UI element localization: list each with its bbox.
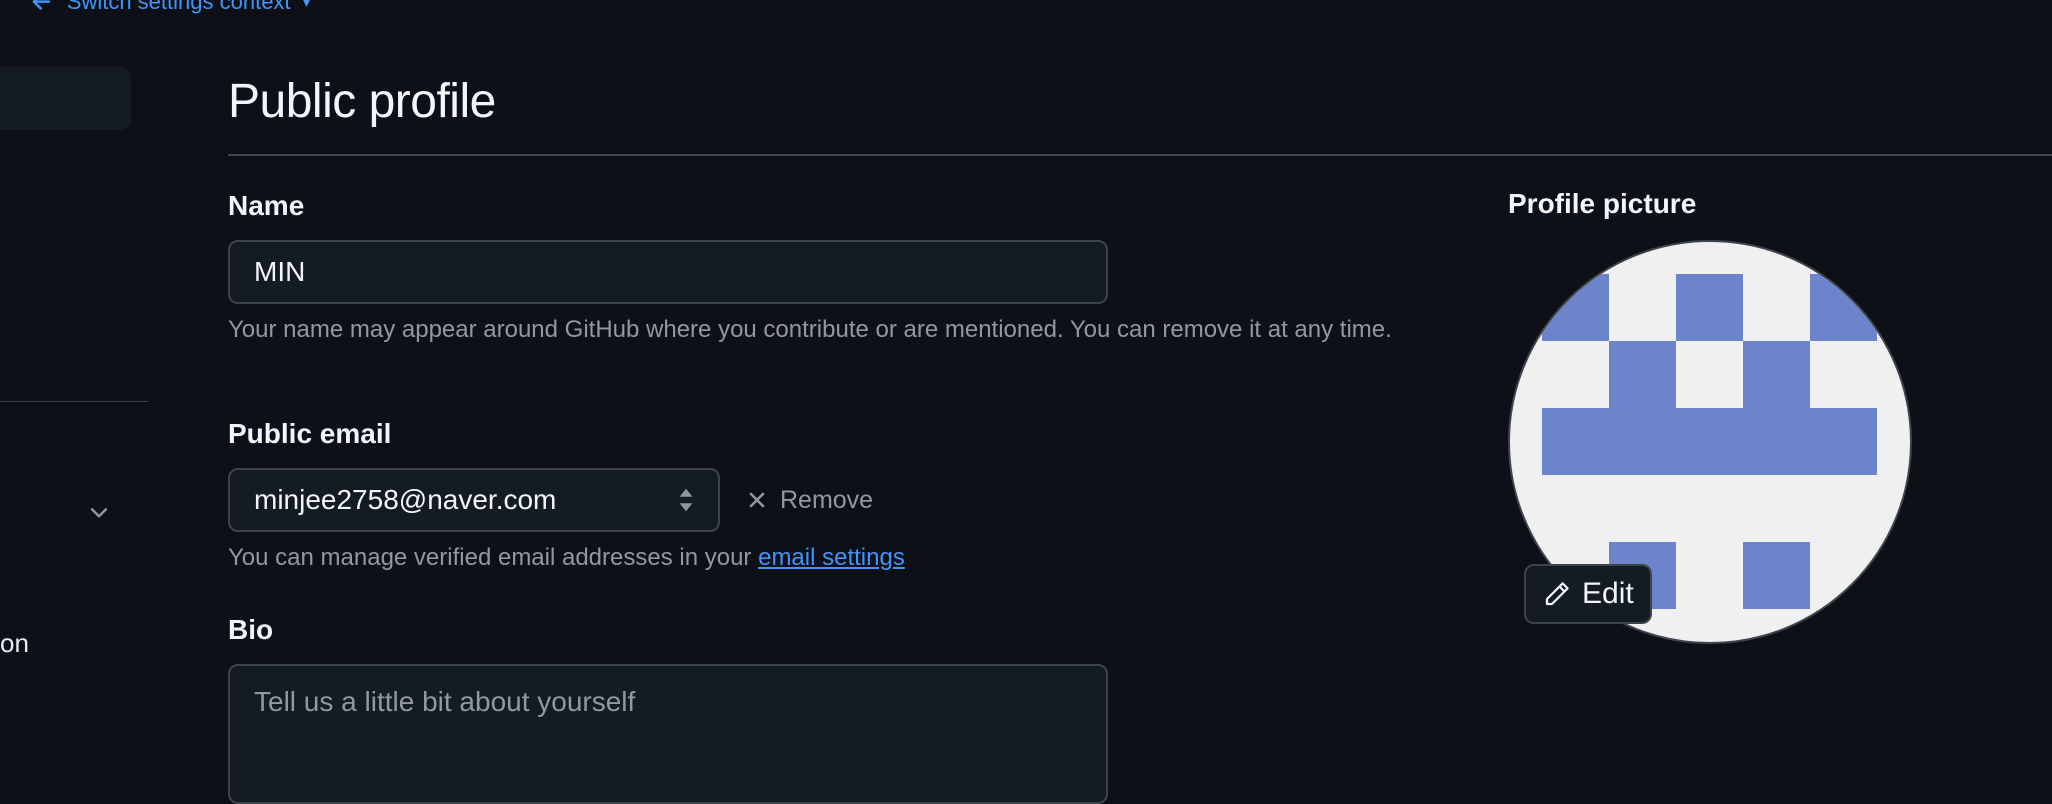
public-email-select[interactable]: minjee2758@naver.com — [228, 468, 720, 532]
chevron-down-icon[interactable] — [86, 500, 112, 526]
name-hint: Your name may appear around GitHub where… — [228, 316, 1392, 343]
name-field[interactable] — [228, 240, 1108, 304]
pencil-icon — [1545, 582, 1569, 606]
settings-context-switcher[interactable]: ⌃ Switch settings context ▾ — [0, 0, 311, 16]
identicon-pattern — [1542, 274, 1877, 609]
bio-field[interactable] — [228, 664, 1108, 804]
remove-label: Remove — [780, 485, 874, 514]
sidebar-item-active[interactable] — [0, 67, 131, 130]
keyboard-hint-icon: ⌃ — [0, 0, 17, 14]
select-arrows-icon — [679, 488, 693, 512]
caret-down-icon: ▾ — [302, 0, 311, 11]
sidebar-divider — [0, 401, 148, 402]
edit-label: Edit — [1582, 577, 1634, 610]
context-link[interactable]: Switch settings context — [67, 0, 291, 15]
public-email-hint: You can manage verified email addresses … — [228, 540, 905, 576]
page-title: Public profile — [228, 75, 496, 128]
public-email-label: Public email — [228, 418, 392, 449]
header-divider — [228, 154, 2052, 156]
email-hint-text: You can manage verified email addresses … — [228, 544, 759, 571]
name-label: Name — [228, 190, 305, 221]
email-settings-link[interactable]: email settings — [758, 544, 905, 571]
bio-label: Bio — [228, 614, 274, 645]
profile-picture-label: Profile picture — [1508, 188, 1697, 219]
public-email-value: minjee2758@naver.com — [254, 484, 557, 515]
x-icon — [749, 492, 765, 508]
remove-email-button[interactable]: Remove — [744, 478, 873, 522]
arrow-left-icon — [32, 0, 50, 10]
sidebar-item-label[interactable]: on — [0, 628, 29, 659]
edit-avatar-button[interactable]: Edit — [1524, 564, 1652, 624]
